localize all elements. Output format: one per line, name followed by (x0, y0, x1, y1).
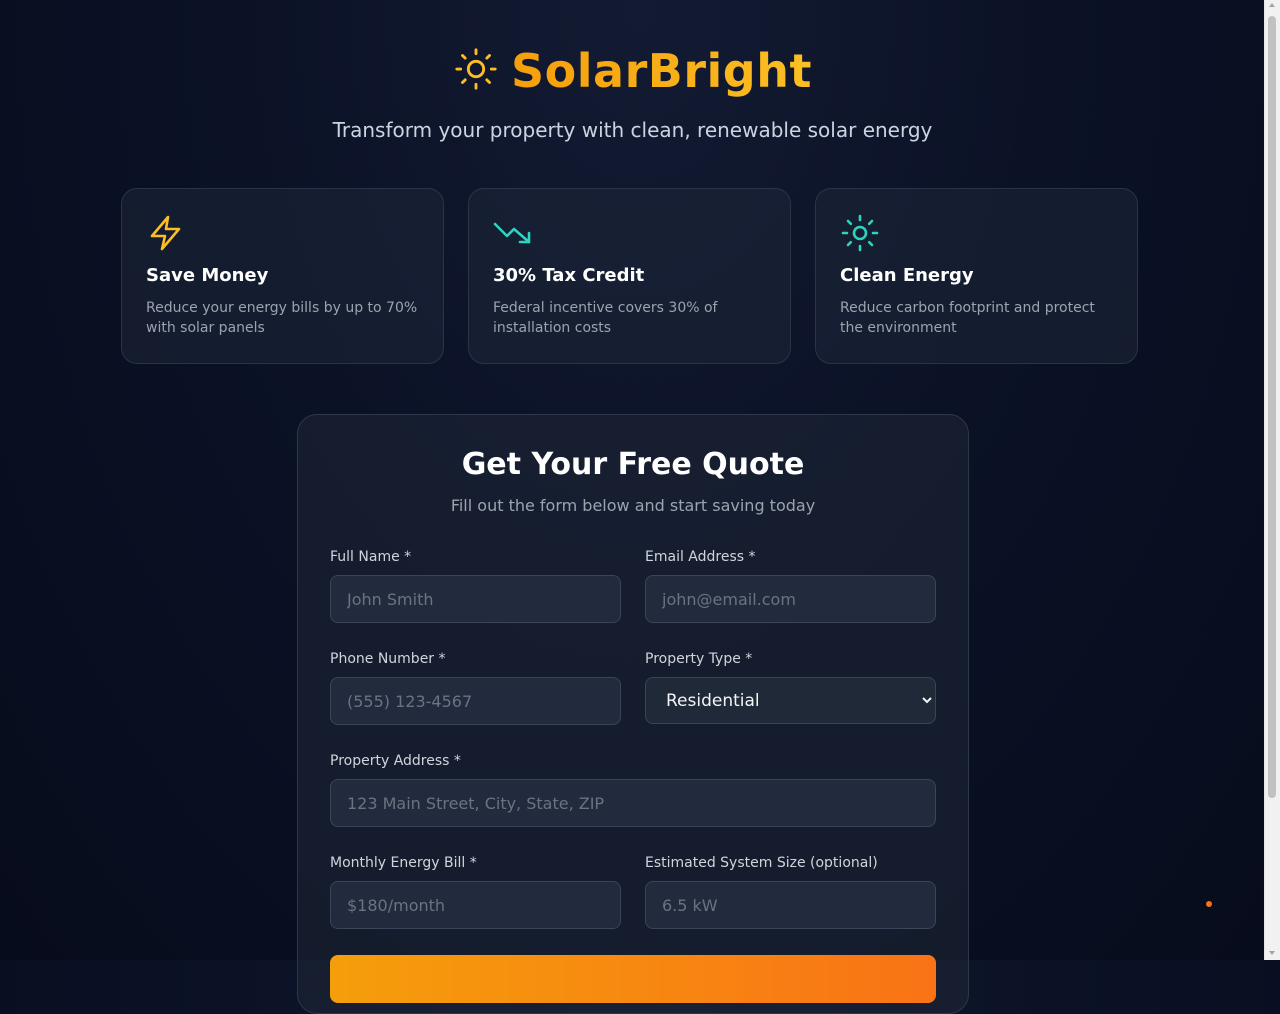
lightning-icon (146, 213, 419, 253)
scroll-down-arrow-icon[interactable] (1269, 951, 1275, 955)
bill-input[interactable] (330, 881, 621, 929)
system-size-input[interactable] (645, 881, 936, 929)
sun-icon (453, 46, 499, 96)
feature-card-clean-energy: Clean Energy Reduce carbon footprint and… (815, 188, 1138, 364)
full-name-input[interactable] (330, 575, 621, 623)
phone-label: Phone Number * (330, 651, 446, 667)
email-field: Email Address * (645, 549, 936, 623)
submit-button[interactable] (330, 955, 936, 1003)
feature-title: Save Money (146, 265, 269, 286)
feature-title: 30% Tax Credit (493, 265, 645, 286)
scrollbar-thumb[interactable] (1268, 16, 1276, 798)
bill-label: Monthly Energy Bill * (330, 855, 477, 871)
brand-name: SolarBright (511, 44, 812, 98)
email-input[interactable] (645, 575, 936, 623)
system-size-label: Estimated System Size (optional) (645, 855, 878, 871)
phone-input[interactable] (330, 677, 621, 725)
email-label: Email Address * (645, 549, 756, 565)
page-header: SolarBright Transform your property with… (0, 44, 1265, 142)
feature-title: Clean Energy (840, 265, 974, 286)
property-type-label: Property Type * (645, 651, 753, 667)
address-field: Property Address * (330, 753, 936, 827)
feature-desc: Federal incentive covers 30% of installa… (493, 300, 718, 336)
feature-card-save-money: Save Money Reduce your energy bills by u… (121, 188, 444, 364)
feature-desc: Reduce carbon footprint and protect the … (840, 300, 1095, 336)
scroll-up-arrow-icon[interactable] (1269, 3, 1275, 7)
feature-cards: Save Money Reduce your energy bills by u… (121, 188, 1138, 364)
form-subtitle: Fill out the form below and start saving… (450, 496, 816, 515)
tagline: Transform your property with clean, rene… (332, 118, 933, 142)
full-name-field: Full Name * (330, 549, 621, 623)
system-size-field: Estimated System Size (optional) (645, 855, 936, 929)
bill-field: Monthly Energy Bill * (330, 855, 621, 929)
property-type-select[interactable]: Residential (645, 677, 936, 724)
scrollbar[interactable] (1264, 0, 1280, 960)
address-input[interactable] (330, 779, 936, 827)
full-name-label: Full Name * (330, 549, 412, 565)
form-title: Get Your Free Quote (461, 447, 805, 482)
address-label: Property Address * (330, 753, 461, 769)
trending-down-icon (493, 213, 766, 253)
phone-field: Phone Number * (330, 651, 621, 725)
brand: SolarBright (0, 44, 1265, 98)
feature-card-tax-credit: 30% Tax Credit Federal incentive covers … (468, 188, 791, 364)
indicator-dot (1206, 901, 1212, 907)
property-type-field: Property Type * Residential (645, 651, 936, 724)
quote-form: Get Your Free Quote Fill out the form be… (297, 414, 969, 1014)
feature-desc: Reduce your energy bills by up to 70% wi… (146, 300, 418, 336)
sun-icon (840, 213, 1113, 253)
